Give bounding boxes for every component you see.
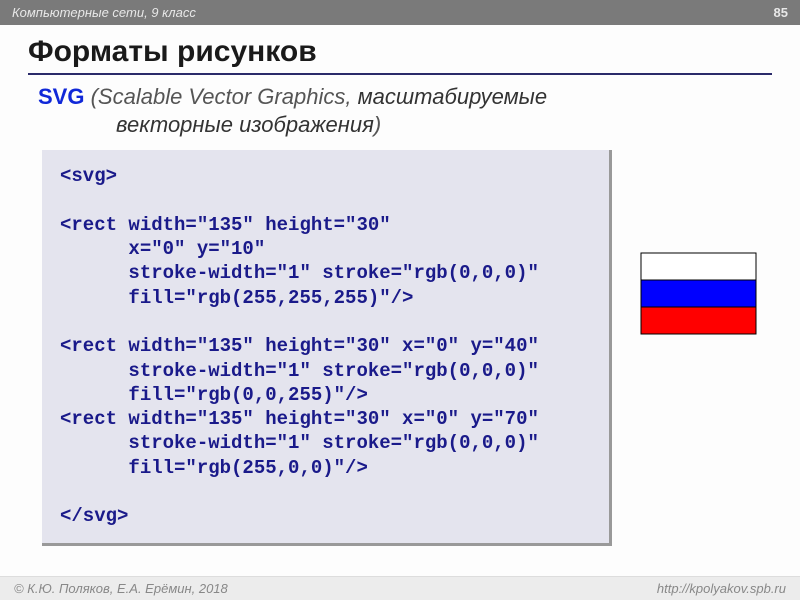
course-label: Компьютерные сети, 9 класс <box>12 5 196 20</box>
svg-english: Scalable Vector Graphics, <box>98 84 352 109</box>
flag-stripe-blue <box>641 280 756 307</box>
header-bar: Компьютерные сети, 9 класс 85 <box>0 0 800 25</box>
page-number: 85 <box>774 5 788 20</box>
flag-demo <box>640 252 757 335</box>
svg-label: SVG <box>38 84 84 109</box>
paren-open: ( <box>91 84 98 109</box>
subtitle: SVG (Scalable Vector Graphics, масштабир… <box>28 83 772 138</box>
paren-close: ) <box>374 112 381 137</box>
page-title: Форматы рисунков <box>28 35 772 75</box>
body-row: <svg> <rect width="135" height="30" x="0… <box>28 150 772 546</box>
flag-stripe-white <box>641 253 756 280</box>
slide-content: Форматы рисунков SVG (Scalable Vector Gr… <box>0 25 800 546</box>
footer-author: © К.Ю. Поляков, Е.А. Ерёмин, 2018 <box>14 581 228 596</box>
code-block: <svg> <rect width="135" height="30" x="0… <box>42 150 612 546</box>
flag-stripe-red <box>641 307 756 334</box>
footer-bar: © К.Ю. Поляков, Е.А. Ерёмин, 2018 http:/… <box>0 576 800 600</box>
code-text: <svg> <rect width="135" height="30" x="0… <box>60 164 591 529</box>
flag-svg <box>640 252 757 335</box>
footer-url: http://kpolyakov.spb.ru <box>657 581 786 596</box>
